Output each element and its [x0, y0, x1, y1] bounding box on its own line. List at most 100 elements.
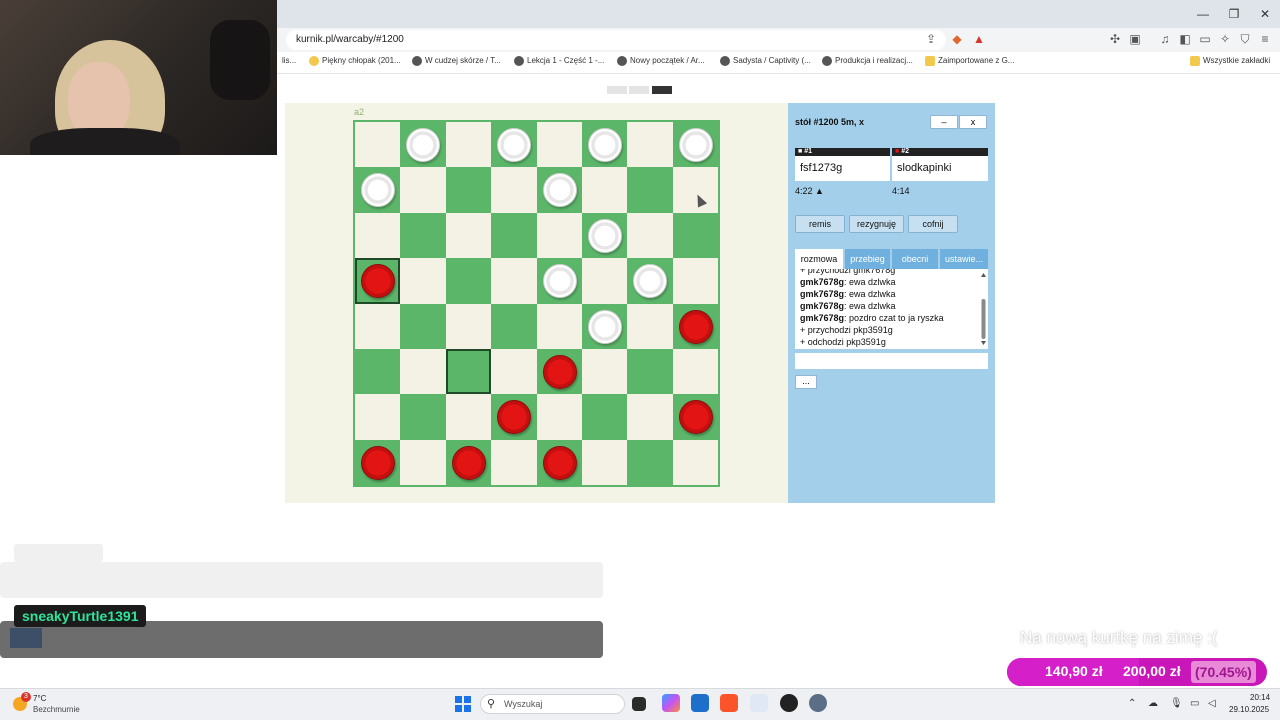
board-square[interactable] — [445, 439, 492, 485]
taskbar-search[interactable] — [480, 694, 625, 714]
weather-temperature[interactable]: 7°C — [33, 694, 46, 703]
mini-tab[interactable] — [607, 86, 627, 94]
resign-button[interactable]: rezygnuję — [849, 215, 904, 233]
chat-scrollbar[interactable] — [981, 271, 986, 347]
brave-rewards-icon[interactable]: ▲ — [972, 32, 986, 46]
board-square[interactable] — [536, 122, 582, 168]
board-square[interactable] — [400, 394, 446, 440]
board-square[interactable] — [491, 122, 537, 168]
board-square[interactable] — [672, 348, 718, 395]
board-square[interactable] — [445, 348, 492, 395]
red-piece[interactable] — [361, 264, 395, 299]
chat-username[interactable]: gmk7678g — [800, 301, 844, 311]
minimize-window-button[interactable]: — — [1188, 4, 1218, 24]
music-icon[interactable]: ♫ — [1158, 32, 1172, 46]
board-square[interactable] — [581, 439, 628, 485]
bookmark-item[interactable]: Lekcja 1 - Część 1 -... — [514, 56, 604, 66]
board-square[interactable] — [627, 167, 673, 213]
cloud-icon[interactable]: ☁ — [1148, 698, 1158, 709]
board-square[interactable] — [400, 303, 446, 349]
bookmark-item[interactable]: Produkcja i realizacj... — [822, 56, 913, 66]
white-piece[interactable] — [542, 264, 577, 299]
checkers-board[interactable] — [353, 120, 720, 487]
panel-close-button[interactable]: x — [959, 115, 987, 129]
board-square[interactable] — [445, 212, 492, 259]
url-text[interactable]: kurnik.pl/warcaby/#1200 — [296, 34, 404, 45]
share-icon[interactable]: ⇪ — [924, 32, 938, 46]
board-square[interactable] — [355, 258, 401, 304]
board-square[interactable] — [536, 212, 582, 259]
clock-time[interactable]: 20:14 — [1250, 693, 1270, 702]
all-bookmarks-folder[interactable]: Wszystkie zakładki — [1190, 56, 1270, 66]
white-piece[interactable] — [633, 264, 668, 299]
menu-icon[interactable]: ≡ — [1258, 32, 1272, 46]
chat-input[interactable] — [795, 353, 988, 369]
chat-username[interactable]: gmk7678g — [800, 277, 844, 287]
board-square[interactable] — [400, 167, 446, 213]
undo-button[interactable]: cofnij — [908, 215, 958, 233]
player2-name[interactable]: slodkapinki — [892, 156, 988, 181]
board-square[interactable] — [536, 303, 582, 349]
bookmark-item[interactable]: W cudzej skórze / T... — [412, 56, 501, 66]
board-square[interactable] — [581, 167, 628, 213]
leo-ai-icon[interactable]: ✧ — [1218, 32, 1232, 46]
file-icon[interactable] — [750, 694, 768, 712]
white-piece[interactable] — [406, 128, 441, 162]
board-square[interactable] — [536, 439, 582, 485]
board-square[interactable] — [672, 167, 718, 213]
board-square[interactable] — [581, 394, 628, 440]
task-view-icon[interactable] — [632, 697, 646, 711]
board-square[interactable] — [355, 348, 401, 395]
clock-date[interactable]: 29.10.2025 — [1229, 705, 1269, 714]
board-square[interactable] — [491, 348, 537, 395]
panel-minimize-button[interactable]: – — [930, 115, 958, 129]
board-square[interactable] — [445, 122, 492, 168]
tray-chevron-icon[interactable]: ⌃ — [1128, 698, 1136, 709]
board-square[interactable] — [400, 122, 446, 168]
board-square[interactable] — [355, 303, 401, 349]
board-square[interactable] — [581, 122, 628, 168]
close-window-button[interactable]: ✕ — [1250, 4, 1280, 24]
maximize-window-button[interactable]: ❐ — [1219, 4, 1249, 24]
weather-description[interactable]: Bezchmurnie — [33, 705, 80, 714]
board-square[interactable] — [627, 303, 673, 349]
tab-icon[interactable]: ▣ — [1128, 32, 1142, 46]
red-piece[interactable] — [361, 445, 395, 480]
wallet-icon[interactable]: ▭ — [1198, 32, 1212, 46]
red-piece[interactable] — [678, 309, 713, 344]
white-piece[interactable] — [361, 173, 395, 208]
white-piece[interactable] — [542, 173, 577, 208]
bookmark-item[interactable]: lis... — [282, 56, 296, 65]
vpn-icon[interactable]: ⛉ — [1238, 32, 1252, 46]
start-button[interactable] — [455, 696, 471, 712]
store-icon[interactable] — [691, 694, 709, 712]
board-square[interactable] — [672, 212, 718, 259]
white-piece[interactable] — [587, 309, 622, 344]
red-piece[interactable] — [451, 445, 486, 480]
board-square[interactable] — [355, 439, 401, 485]
microphone-icon[interactable]: 🎙 — [1170, 698, 1183, 709]
board-square[interactable] — [627, 258, 673, 304]
network-icon[interactable]: ▭ — [1190, 698, 1199, 709]
board-square[interactable] — [627, 394, 673, 440]
obs-icon[interactable] — [780, 694, 798, 712]
board-square[interactable] — [445, 258, 492, 304]
board-square[interactable] — [536, 258, 582, 304]
board-square[interactable] — [400, 439, 446, 485]
tab-chat[interactable]: rozmowa — [795, 249, 843, 269]
board-square[interactable] — [627, 212, 673, 259]
extensions-icon[interactable]: ✣ — [1108, 32, 1122, 46]
board-square[interactable] — [445, 167, 492, 213]
red-piece[interactable] — [542, 445, 577, 480]
red-piece[interactable] — [542, 354, 577, 389]
tab-settings[interactable]: ustawie... — [940, 249, 988, 269]
board-square[interactable] — [672, 122, 718, 168]
board-square[interactable] — [491, 212, 537, 259]
board-square[interactable] — [672, 439, 718, 485]
board-square[interactable] — [491, 258, 537, 304]
board-square[interactable] — [627, 122, 673, 168]
board-square[interactable] — [672, 303, 718, 349]
board-square[interactable] — [581, 258, 628, 304]
mini-tab-active[interactable] — [652, 86, 672, 94]
tab-present[interactable]: obecni — [892, 249, 938, 269]
